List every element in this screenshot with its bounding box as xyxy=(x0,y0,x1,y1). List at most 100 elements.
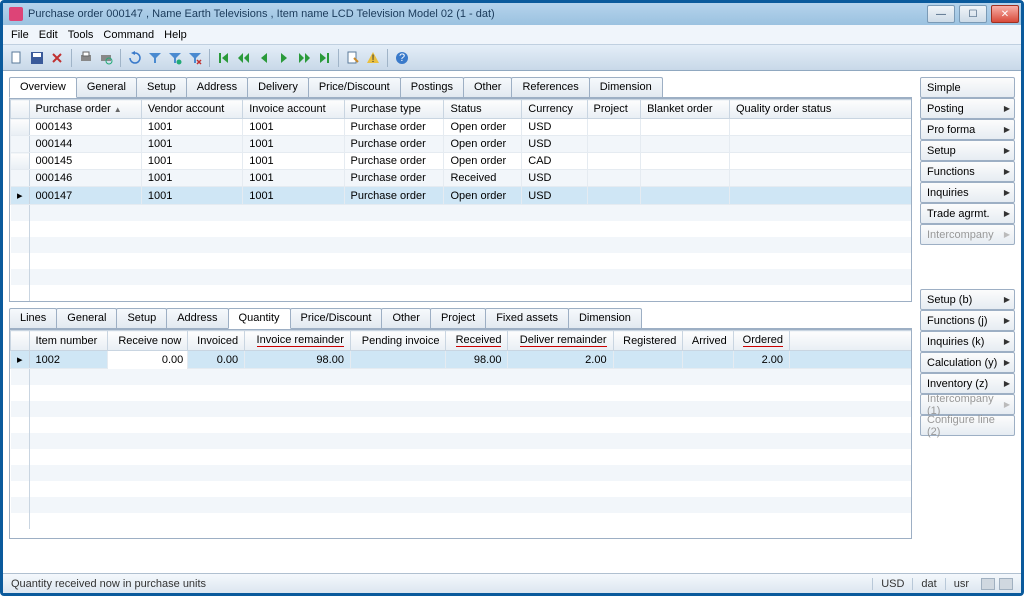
table-row[interactable]: 000145 1001 1001 Purchase order Open ord… xyxy=(11,153,913,170)
cell-blanket-order[interactable] xyxy=(641,187,730,205)
cell-item-number[interactable]: 1002 xyxy=(29,351,108,369)
refresh-icon[interactable] xyxy=(127,50,143,66)
tab-line-fixed-assets[interactable]: Fixed assets xyxy=(485,308,569,328)
tab-delivery[interactable]: Delivery xyxy=(247,77,309,97)
tab-line-address[interactable]: Address xyxy=(166,308,228,328)
tab-line-dimension[interactable]: Dimension xyxy=(568,308,642,328)
nav-prev-icon[interactable] xyxy=(236,50,252,66)
cell-vendor[interactable]: 1001 xyxy=(141,170,242,187)
col-blanket-order[interactable]: Blanket order xyxy=(641,100,730,119)
nav-forward-icon[interactable] xyxy=(276,50,292,66)
col-vendor-account[interactable]: Vendor account xyxy=(141,100,242,119)
cell-invoice-remainder[interactable]: 98.00 xyxy=(245,351,351,369)
save-icon[interactable] xyxy=(29,50,45,66)
cell-purchase-type[interactable]: Purchase order xyxy=(344,136,444,153)
col-receive-now[interactable]: Receive now xyxy=(108,331,188,351)
cell-purchase-type[interactable]: Purchase order xyxy=(344,170,444,187)
clear-filter-icon[interactable] xyxy=(187,50,203,66)
filter-icon[interactable] xyxy=(147,50,163,66)
cell-currency[interactable]: USD xyxy=(522,187,587,205)
tab-overview[interactable]: Overview xyxy=(9,77,77,98)
side-button-functions-j-[interactable]: Functions (j)▶ xyxy=(920,310,1015,331)
side-button-functions[interactable]: Functions▶ xyxy=(920,161,1015,182)
cell-status[interactable]: Open order xyxy=(444,153,522,170)
menu-tools[interactable]: Tools xyxy=(68,29,94,41)
cell-quality-order-status[interactable] xyxy=(730,170,913,187)
cell-blanket-order[interactable] xyxy=(641,136,730,153)
side-button-pro-forma[interactable]: Pro forma▶ xyxy=(920,119,1015,140)
cell-project[interactable] xyxy=(587,136,641,153)
table-row[interactable]: ▸ 000147 1001 1001 Purchase order Open o… xyxy=(11,187,913,205)
tab-references[interactable]: References xyxy=(511,77,589,97)
cell-status[interactable]: Received xyxy=(444,170,522,187)
col-purchase-order[interactable]: Purchase order▲ xyxy=(29,100,141,119)
cell-invoice-account[interactable]: 1001 xyxy=(243,187,344,205)
cell-quality-order-status[interactable] xyxy=(730,153,913,170)
col-status[interactable]: Status xyxy=(444,100,522,119)
new-icon[interactable] xyxy=(9,50,25,66)
cell-purchase-type[interactable]: Purchase order xyxy=(344,119,444,136)
cell-purchase-type[interactable]: Purchase order xyxy=(344,187,444,205)
cell-invoice-account[interactable]: 1001 xyxy=(243,153,344,170)
cell-received[interactable]: 98.00 xyxy=(446,351,508,369)
cell-ordered[interactable]: 2.00 xyxy=(733,351,789,369)
tab-line-price-discount[interactable]: Price/Discount xyxy=(290,308,383,328)
cell-vendor[interactable]: 1001 xyxy=(141,187,242,205)
tab-lines[interactable]: Lines xyxy=(9,308,57,328)
tab-line-project[interactable]: Project xyxy=(430,308,486,328)
tab-setup[interactable]: Setup xyxy=(136,77,187,97)
minimize-button[interactable]: — xyxy=(927,5,955,23)
cell-project[interactable] xyxy=(587,119,641,136)
cell-project[interactable] xyxy=(587,187,641,205)
cell-po[interactable]: 000144 xyxy=(29,136,141,153)
cell-blanket-order[interactable] xyxy=(641,170,730,187)
table-row[interactable]: 000146 1001 1001 Purchase order Received… xyxy=(11,170,913,187)
col-invoice-remainder[interactable]: Invoice remainder xyxy=(245,331,351,351)
cell-blanket-order[interactable] xyxy=(641,153,730,170)
col-quality-order-status[interactable]: Quality order status xyxy=(730,100,913,119)
col-pending-invoice[interactable]: Pending invoice xyxy=(350,331,446,351)
side-button-calculation-y-[interactable]: Calculation (y)▶ xyxy=(920,352,1015,373)
col-registered[interactable]: Registered xyxy=(613,331,683,351)
side-button-inquiries-k-[interactable]: Inquiries (k)▶ xyxy=(920,331,1015,352)
cell-project[interactable] xyxy=(587,170,641,187)
tab-address[interactable]: Address xyxy=(186,77,248,97)
tab-line-other[interactable]: Other xyxy=(381,308,431,328)
line-row[interactable]: ▸ 1002 0.00 0.00 98.00 98.00 2.00 2.00 xyxy=(11,351,913,369)
help-icon[interactable]: ? xyxy=(394,50,410,66)
cell-quality-order-status[interactable] xyxy=(730,187,913,205)
cell-po[interactable]: 000143 xyxy=(29,119,141,136)
cell-quality-order-status[interactable] xyxy=(730,119,913,136)
nav-next-icon[interactable] xyxy=(296,50,312,66)
col-purchase-type[interactable]: Purchase type xyxy=(344,100,444,119)
cell-vendor[interactable]: 1001 xyxy=(141,153,242,170)
cell-status[interactable]: Open order xyxy=(444,136,522,153)
menu-command[interactable]: Command xyxy=(103,29,154,41)
col-arrived[interactable]: Arrived xyxy=(683,331,733,351)
side-button-simple[interactable]: Simple xyxy=(920,77,1015,98)
cell-vendor[interactable]: 1001 xyxy=(141,119,242,136)
side-button-inquiries[interactable]: Inquiries▶ xyxy=(920,182,1015,203)
side-button-inventory-z-[interactable]: Inventory (z)▶ xyxy=(920,373,1015,394)
cell-po[interactable]: 000147 xyxy=(29,187,141,205)
nav-back-icon[interactable] xyxy=(256,50,272,66)
nav-last-icon[interactable] xyxy=(316,50,332,66)
cell-invoiced[interactable]: 0.00 xyxy=(188,351,245,369)
maximize-button[interactable]: ☐ xyxy=(959,5,987,23)
cell-po[interactable]: 000145 xyxy=(29,153,141,170)
col-project[interactable]: Project xyxy=(587,100,641,119)
col-invoice-account[interactable]: Invoice account xyxy=(243,100,344,119)
cell-currency[interactable]: USD xyxy=(522,136,587,153)
cell-deliver-remainder[interactable]: 2.00 xyxy=(508,351,613,369)
table-row[interactable]: 000144 1001 1001 Purchase order Open ord… xyxy=(11,136,913,153)
header-grid[interactable]: Purchase order▲ Vendor account Invoice a… xyxy=(10,99,912,301)
cell-receive-now[interactable]: 0.00 xyxy=(108,351,188,369)
col-item-number[interactable]: Item number xyxy=(29,331,108,351)
col-invoiced[interactable]: Invoiced xyxy=(188,331,245,351)
cell-registered[interactable] xyxy=(613,351,683,369)
side-button-trade-agrmt-[interactable]: Trade agrmt.▶ xyxy=(920,203,1015,224)
cell-pending-invoice[interactable] xyxy=(350,351,446,369)
cell-purchase-type[interactable]: Purchase order xyxy=(344,153,444,170)
tab-general[interactable]: General xyxy=(76,77,137,97)
cell-currency[interactable]: CAD xyxy=(522,153,587,170)
